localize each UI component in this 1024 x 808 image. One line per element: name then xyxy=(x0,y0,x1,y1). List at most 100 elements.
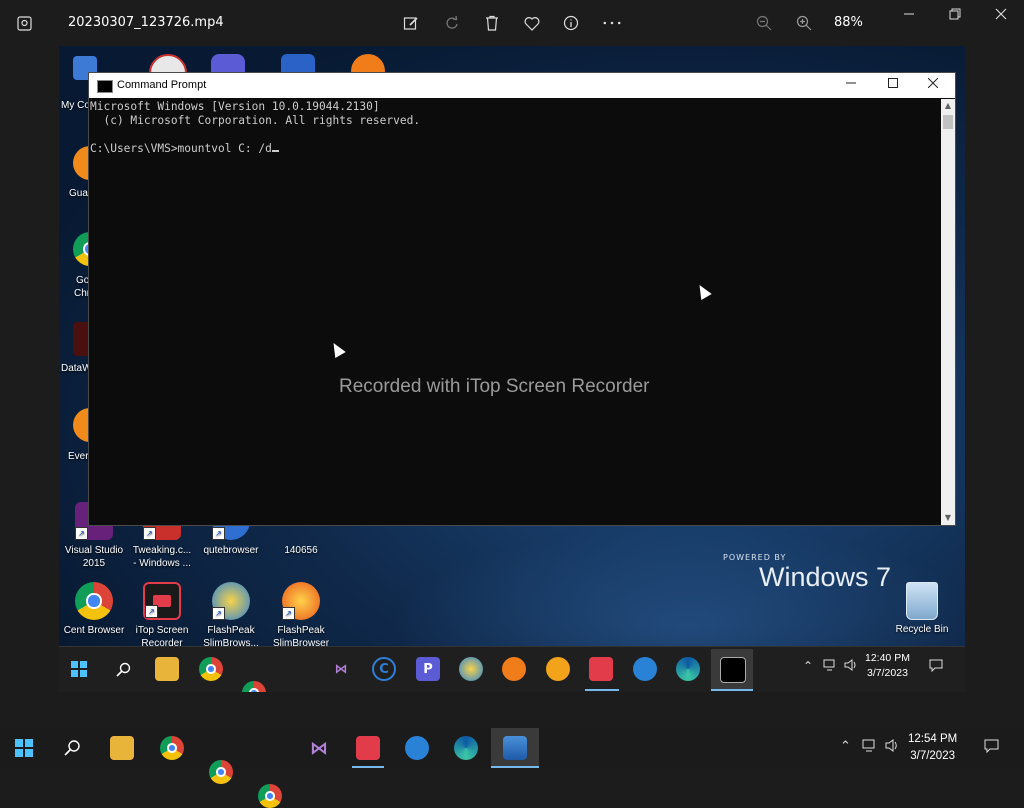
favorite-icon[interactable] xyxy=(523,14,541,32)
photos-title-bar: 20230307_123726.mp4 88% xyxy=(0,0,1024,46)
notification-icon[interactable] xyxy=(929,659,943,675)
desktop-label-partial: DataW xyxy=(61,363,92,374)
restore-button[interactable] xyxy=(945,8,965,26)
network-icon[interactable] xyxy=(862,739,878,756)
photos-app-icon xyxy=(15,14,33,32)
photos-icon[interactable] xyxy=(503,736,527,760)
notification-icon[interactable] xyxy=(984,739,999,757)
itop-recorder-icon[interactable] xyxy=(589,657,613,681)
desktop-icon-flashpeak-1[interactable]: ↗ FlashPeak SlimBrows... xyxy=(196,582,266,650)
globe-app-icon[interactable] xyxy=(405,736,429,760)
clock-time: 12:54 PM xyxy=(908,733,958,745)
flashpeak-icon: ↗ xyxy=(212,582,250,620)
search-icon[interactable] xyxy=(60,736,84,760)
console-output[interactable]: Microsoft Windows [Version 10.0.19044.21… xyxy=(89,99,941,525)
info-icon[interactable] xyxy=(562,14,580,32)
edge-icon[interactable] xyxy=(676,657,700,681)
close-button[interactable] xyxy=(991,8,1011,26)
chrome-icon[interactable] xyxy=(199,657,223,681)
command-prompt-icon[interactable] xyxy=(720,657,746,683)
desktop-icon-recycle-bin[interactable]: Recycle Bin xyxy=(887,582,957,635)
cmd-app-icon xyxy=(97,80,113,93)
file-name: 20230307_123726.mp4 xyxy=(68,15,224,30)
vlc-icon[interactable] xyxy=(502,657,526,681)
chevron-up-icon[interactable]: ⌃ xyxy=(840,739,851,754)
p-app-icon[interactable]: P xyxy=(416,657,440,681)
cent-browser-icon xyxy=(75,582,113,620)
cmd-minimize-button[interactable] xyxy=(841,76,861,92)
console-line-text: (c) Microsoft Corporation. All rights re… xyxy=(103,114,421,127)
desktop-label-partial: Gua xyxy=(69,188,88,199)
edge-icon[interactable] xyxy=(454,736,478,760)
zoom-level[interactable]: 88% xyxy=(834,15,863,30)
icon-label: Cent Browser xyxy=(63,625,125,636)
chrome-icon[interactable] xyxy=(258,784,282,808)
desktop-label-partial: Ever xyxy=(68,451,89,462)
video-frame[interactable]: My Co Gua Go Chr DataW Ever ↗ Visual Stu… xyxy=(59,46,965,692)
recycle-bin-icon xyxy=(906,582,938,620)
visual-studio-icon[interactable]: ⋈ xyxy=(307,736,331,760)
icon-label: Recycle Bin xyxy=(895,624,949,635)
desktop-icon-cent-browser[interactable]: Cent Browser xyxy=(59,582,129,637)
icon-label: FlashPeak xyxy=(277,625,325,636)
desktop-icon-flashpeak-2[interactable]: ↗ FlashPeak SlimBrowser xyxy=(266,582,336,650)
desktop-label-partial: My Co xyxy=(61,100,90,111)
chrome-icon[interactable] xyxy=(209,760,233,784)
cmd-close-button[interactable] xyxy=(923,76,943,92)
icon-label: - Windows ... xyxy=(133,558,191,569)
flashpeak-icon[interactable] xyxy=(459,657,483,681)
rotate-icon[interactable] xyxy=(443,14,461,32)
icon-label: 140656 xyxy=(284,545,318,556)
ccleaner-icon[interactable]: C xyxy=(372,657,396,681)
console-line: Microsoft Windows [Version 10.0.19044.21… xyxy=(90,100,380,113)
cmd-maximize-button[interactable] xyxy=(883,76,903,92)
recorded-taskbar: ⋈ C P ⌃ 12:40 PM 3/7/2023 xyxy=(59,646,965,692)
brave-icon[interactable] xyxy=(546,657,570,681)
edit-icon[interactable] xyxy=(402,14,420,32)
icon-label: Tweaking.c... xyxy=(132,545,192,556)
file-explorer-icon[interactable] xyxy=(155,657,179,681)
taskbar: ⋈ ⌃ 12:54 PM 3/7/2023 xyxy=(0,728,1024,808)
start-icon[interactable] xyxy=(67,657,91,681)
volume-icon[interactable] xyxy=(885,739,900,756)
system-clock[interactable]: 12:54 PM 3/7/2023 xyxy=(908,731,957,765)
scroll-up-icon[interactable]: ▲ xyxy=(941,99,955,113)
running-indicator xyxy=(585,689,619,691)
itop-recorder-icon: ↗ xyxy=(143,582,181,620)
minimize-button[interactable] xyxy=(899,8,919,26)
visual-studio-icon[interactable]: ⋈ xyxy=(329,657,353,681)
console-prompt-line[interactable]: C:\Users\VMS>mountvol C: /d xyxy=(90,142,941,156)
desktop-icon-itop[interactable]: ↗ iTop Screen Recorder xyxy=(127,582,197,650)
cmd-title: Command Prompt xyxy=(117,79,207,91)
chevron-up-icon[interactable]: ⌃ xyxy=(803,659,813,673)
console-command: C:\Users\VMS>mountvol C: /d xyxy=(90,142,272,155)
volume-icon[interactable] xyxy=(844,659,858,674)
scroll-down-icon[interactable]: ▼ xyxy=(941,511,955,525)
command-prompt-window[interactable]: Command Prompt Microsoft Windows [Versio… xyxy=(88,72,956,526)
file-explorer-icon[interactable] xyxy=(110,736,134,760)
recorded-clock[interactable]: 12:40 PM 3/7/2023 xyxy=(865,651,910,681)
recorder-watermark: Recorded with iTop Screen Recorder xyxy=(339,376,650,397)
network-icon[interactable] xyxy=(823,659,838,674)
chrome-icon[interactable] xyxy=(160,736,184,760)
windows-7-logo-text: Windows 7 xyxy=(759,562,892,592)
globe-app-icon[interactable] xyxy=(633,657,657,681)
scroll-thumb[interactable] xyxy=(943,115,953,129)
text-cursor xyxy=(271,150,279,152)
chrome-icon[interactable] xyxy=(242,681,266,692)
delete-icon[interactable] xyxy=(483,14,501,32)
start-icon[interactable] xyxy=(12,736,36,760)
search-icon[interactable] xyxy=(111,657,135,681)
clock-date: 3/7/2023 xyxy=(867,667,908,679)
zoom-out-icon[interactable] xyxy=(755,14,773,32)
icon-label: iTop Screen xyxy=(135,625,189,636)
zoom-in-icon[interactable] xyxy=(795,14,813,32)
cmd-scrollbar[interactable]: ▲ ▼ xyxy=(941,99,955,525)
flashpeak-icon: ↗ xyxy=(282,582,320,620)
icon-label: Visual Studio xyxy=(64,545,124,556)
more-icon[interactable] xyxy=(603,14,621,32)
cmd-title-bar[interactable]: Command Prompt xyxy=(89,73,955,98)
itop-recorder-icon[interactable] xyxy=(356,736,380,760)
clock-time: 12:40 PM xyxy=(865,652,910,664)
